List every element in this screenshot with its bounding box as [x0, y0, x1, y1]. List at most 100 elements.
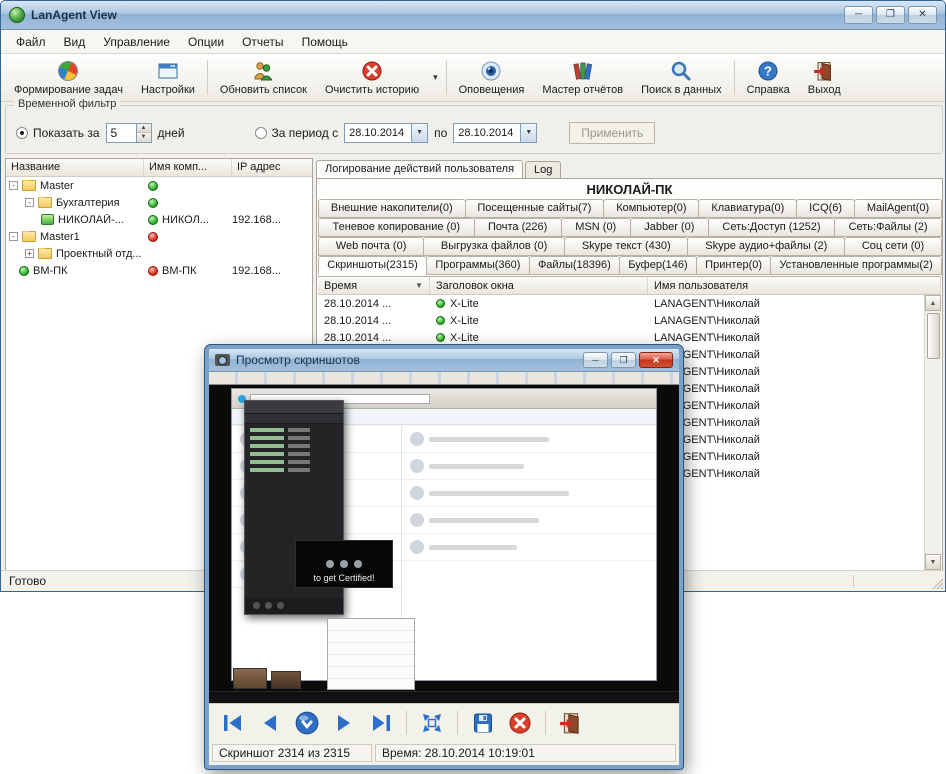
- date-from-dropdown-icon[interactable]: ▼: [411, 124, 427, 142]
- apply-button[interactable]: Применить: [569, 122, 655, 144]
- title-bar[interactable]: LanAgent View ─ ❐ ✕: [1, 1, 945, 30]
- tree-row-proektny[interactable]: +Проектный отд...: [6, 245, 312, 262]
- days-up-button[interactable]: ▲: [137, 124, 151, 134]
- menu-file[interactable]: Файл: [7, 32, 55, 52]
- tab-computer[interactable]: Компьютер(0): [603, 199, 699, 218]
- close-button[interactable]: ✕: [908, 6, 937, 24]
- minimize-button[interactable]: ─: [844, 6, 873, 24]
- col-time[interactable]: Время▼: [318, 277, 430, 294]
- search-data-button[interactable]: Поиск в данных: [632, 55, 731, 100]
- tab-social[interactable]: Соц сети (0): [844, 237, 942, 256]
- date-from-select[interactable]: 28.10.2014 ▼: [344, 123, 428, 143]
- app-status-icon: [436, 333, 445, 342]
- tab-webmail[interactable]: Web почта (0): [318, 237, 424, 256]
- refresh-list-button[interactable]: Обновить список: [211, 55, 316, 100]
- col-user[interactable]: Имя пользователя: [648, 277, 941, 294]
- previous-screenshot-button[interactable]: [254, 708, 286, 738]
- menu-help[interactable]: Помощь: [293, 32, 357, 52]
- tab-skype-text[interactable]: Skype текст (430): [564, 237, 688, 256]
- tab-shadow-copy[interactable]: Теневое копирование (0): [318, 218, 475, 237]
- tree-col-name[interactable]: Название: [6, 159, 144, 176]
- close-viewer-button[interactable]: [555, 708, 587, 738]
- tab-net-access[interactable]: Сеть:Доступ (1252): [708, 218, 835, 237]
- exit-button[interactable]: Выход: [799, 55, 850, 100]
- tab-net-files[interactable]: Сеть:Файлы (2): [834, 218, 942, 237]
- clear-history-button[interactable]: Очистить историю: [316, 55, 428, 100]
- tab-skype-audio-files[interactable]: Skype аудио+файлы (2): [687, 237, 845, 256]
- maximize-button[interactable]: ❐: [876, 6, 905, 24]
- date-to-dropdown-icon[interactable]: ▼: [520, 124, 536, 142]
- tab-screenshots[interactable]: Скриншоты(2315): [318, 256, 427, 275]
- viewer-minimize-button[interactable]: ─: [583, 352, 608, 368]
- scroll-down-icon[interactable]: ▼: [925, 554, 941, 570]
- tab-visited-sites[interactable]: Посещенные сайты(7): [465, 199, 605, 218]
- expand-icon[interactable]: +: [25, 249, 34, 258]
- report-wizard-button[interactable]: Мастер отчётов: [533, 55, 632, 100]
- tab-keyboard[interactable]: Клавиатура(0): [698, 199, 797, 218]
- tab-user-actions[interactable]: Логирование действий пользователя: [316, 160, 523, 178]
- settings-button[interactable]: Настройки: [132, 55, 204, 100]
- menu-reports[interactable]: Отчеты: [233, 32, 292, 52]
- help-icon: ?: [757, 60, 779, 82]
- scroll-thumb[interactable]: [927, 313, 940, 359]
- tab-programs[interactable]: Программы(360): [426, 256, 530, 275]
- menu-view[interactable]: Вид: [55, 32, 95, 52]
- clear-history-dropdown[interactable]: ▾: [428, 55, 443, 100]
- fullscreen-button[interactable]: [416, 708, 448, 738]
- days-value[interactable]: 5: [107, 124, 136, 142]
- next-screenshot-button[interactable]: [328, 708, 360, 738]
- tab-clipboard[interactable]: Буфер(146): [619, 256, 697, 275]
- log-row[interactable]: 28.10.2014 ... X-Lite LANAGENT\Николай: [318, 312, 924, 329]
- tab-icq[interactable]: ICQ(6): [796, 199, 855, 218]
- tab-files[interactable]: Файлы(18396): [529, 256, 620, 275]
- screenshot-history-popup: [327, 618, 415, 690]
- tree-row-master1[interactable]: -Master1: [6, 228, 312, 245]
- tab-log[interactable]: Log: [525, 161, 561, 178]
- show-last-days-radio[interactable]: [16, 127, 28, 139]
- collapse-icon[interactable]: -: [9, 232, 18, 241]
- tree-row-master[interactable]: -Master: [6, 177, 312, 194]
- screenshot-counter: Скриншот 2314 из 2315: [212, 744, 372, 762]
- tab-jabber[interactable]: Jabber (0): [630, 218, 709, 237]
- log-row[interactable]: 28.10.2014 ... X-Lite LANAGENT\Николай: [318, 295, 924, 312]
- days-stepper[interactable]: 5 ▲▼: [106, 123, 152, 143]
- scroll-up-icon[interactable]: ▲: [925, 295, 941, 311]
- period-radio[interactable]: [255, 127, 267, 139]
- tab-installed-programs[interactable]: Установленные программы(2): [770, 256, 942, 275]
- tab-mail[interactable]: Почта (226): [474, 218, 562, 237]
- help-button[interactable]: ? Справка: [738, 55, 799, 100]
- collapse-icon[interactable]: -: [9, 181, 18, 190]
- tab-printer[interactable]: Принтер(0): [696, 256, 771, 275]
- log-scrollbar[interactable]: ▲ ▼: [924, 295, 941, 570]
- tree-col-ip[interactable]: IP адрес: [232, 159, 312, 176]
- viewer-close-button[interactable]: ✕: [639, 352, 673, 368]
- tasks-button[interactable]: Формирование задач: [5, 55, 132, 100]
- tab-file-upload[interactable]: Выгрузка файлов (0): [423, 237, 565, 256]
- date-to-select[interactable]: 28.10.2014 ▼: [453, 123, 537, 143]
- save-screenshot-button[interactable]: [467, 708, 499, 738]
- viewer-maximize-button[interactable]: ❐: [611, 352, 636, 368]
- delete-screenshot-button[interactable]: [504, 708, 536, 738]
- viewer-title-bar[interactable]: Просмотр скриншотов ─ ❐ ✕: [209, 349, 679, 372]
- tab-msn[interactable]: MSN (0): [561, 218, 631, 237]
- sort-arrow-icon[interactable]: ▼: [415, 281, 423, 290]
- tree-row-vm-pk[interactable]: ВМ-ПК ВМ-ПК 192.168...: [6, 262, 312, 279]
- resize-grip[interactable]: [931, 577, 943, 589]
- log-row[interactable]: 28.10.2014 ... X-Lite LANAGENT\Николай: [318, 329, 924, 346]
- tab-mailagent[interactable]: MailAgent(0): [854, 199, 942, 218]
- tree-col-computer[interactable]: Имя комп...: [144, 159, 232, 176]
- to-label: по: [434, 126, 447, 140]
- first-screenshot-button[interactable]: [217, 708, 249, 738]
- tree-row-nikolay[interactable]: НИКОЛАЙ-... НИКОЛ... 192.168...: [6, 211, 312, 228]
- menu-manage[interactable]: Управление: [94, 32, 179, 52]
- days-down-button[interactable]: ▼: [137, 133, 151, 142]
- menu-options[interactable]: Опции: [179, 32, 233, 52]
- collapse-icon[interactable]: -: [25, 198, 34, 207]
- log-user: LANAGENT\Николай: [648, 349, 924, 361]
- jump-to-screenshot-button[interactable]: [291, 708, 323, 738]
- alerts-button[interactable]: Оповещения: [450, 55, 534, 100]
- tree-row-buhgalteria[interactable]: -Бухгалтерия: [6, 194, 312, 211]
- tab-external-drives[interactable]: Внешние накопители(0): [318, 199, 466, 218]
- col-window-title[interactable]: Заголовок окна: [430, 277, 648, 294]
- last-screenshot-button[interactable]: [365, 708, 397, 738]
